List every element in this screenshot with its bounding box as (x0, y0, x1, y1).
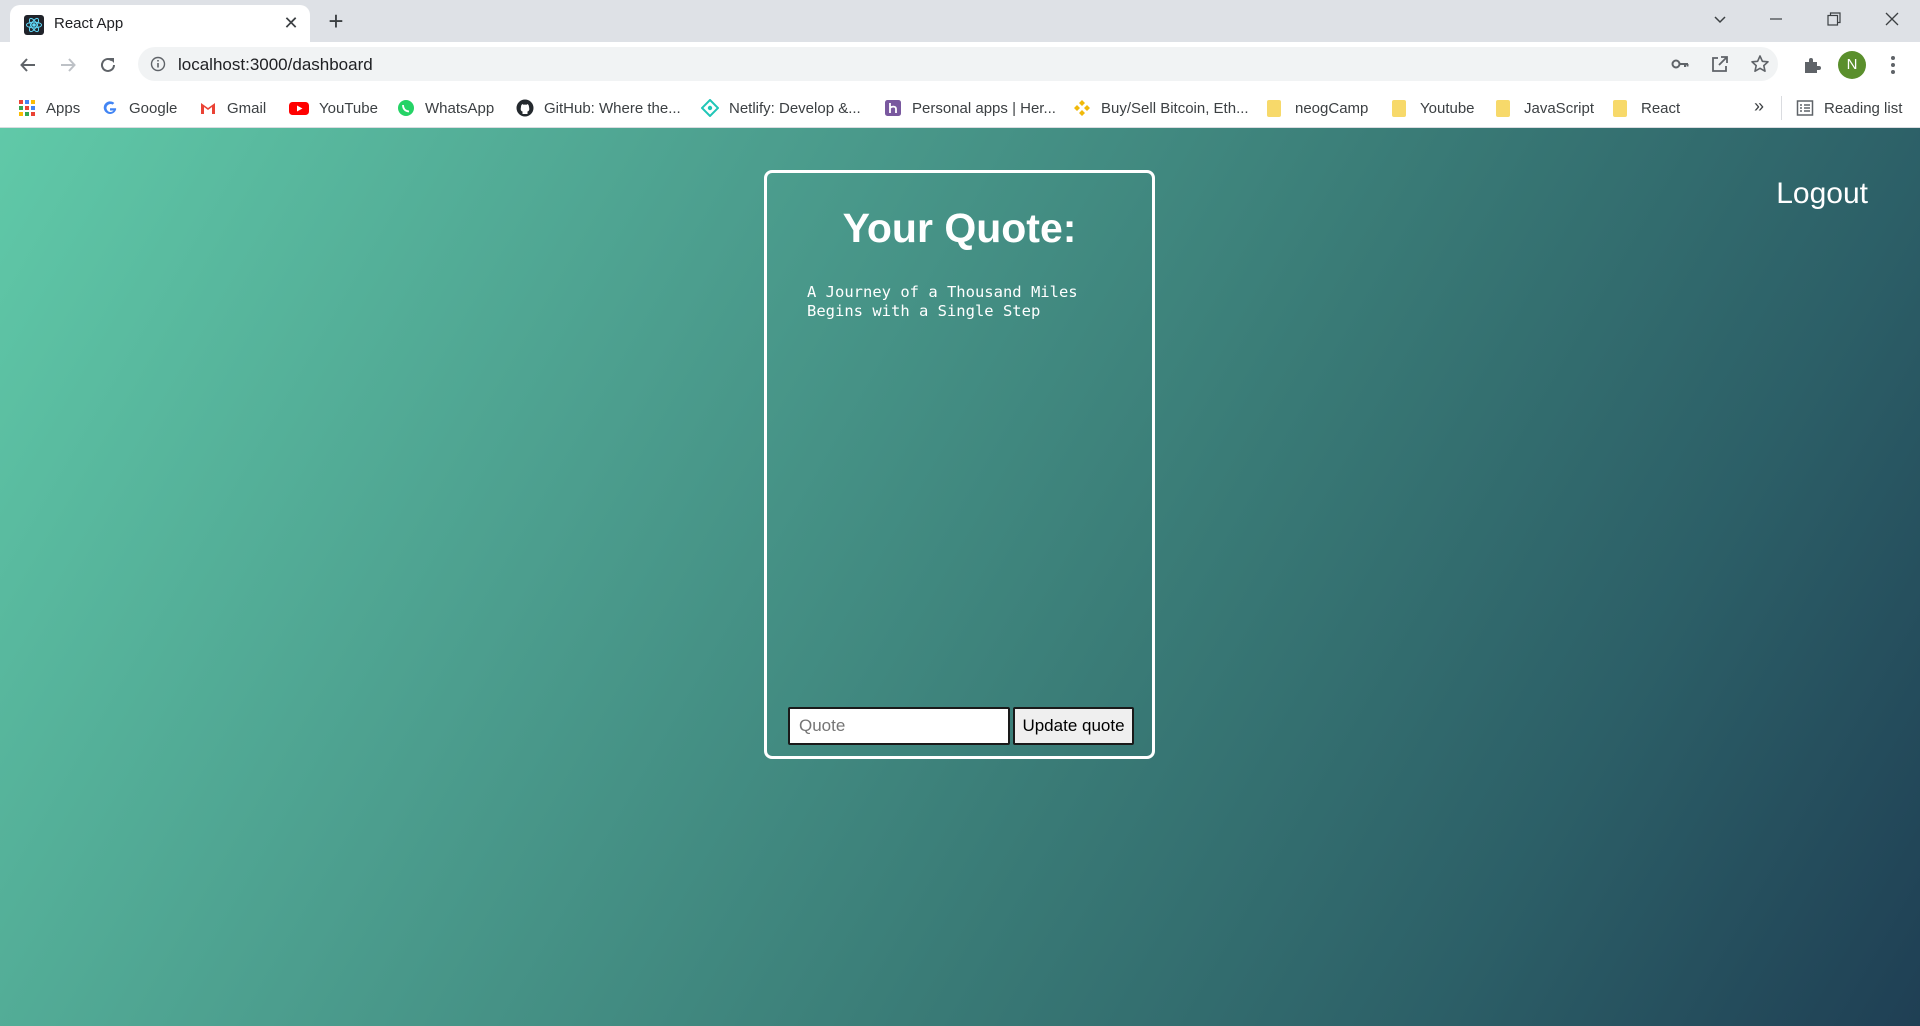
bookmark-label: Personal apps | Her... (912, 99, 1056, 117)
forward-arrow-icon[interactable] (52, 49, 84, 81)
folder-icon (1496, 99, 1510, 117)
gmail-icon (199, 99, 217, 117)
reading-list-button[interactable]: Reading list (1796, 96, 1902, 120)
bookmark-folder-youtube[interactable]: Youtube (1392, 96, 1475, 120)
bookmark-gmail[interactable]: Gmail (199, 96, 266, 120)
netlify-icon (700, 98, 720, 118)
bookmark-star-icon[interactable] (1748, 52, 1772, 76)
card-title: Your Quote: (842, 205, 1077, 251)
bookmark-label: Buy/Sell Bitcoin, Eth... (1101, 99, 1249, 117)
bookmark-google[interactable]: Google (101, 96, 177, 120)
github-icon (516, 99, 534, 117)
bookmark-whatsapp[interactable]: WhatsApp (397, 96, 494, 120)
bookmark-label: GitHub: Where the... (544, 99, 681, 117)
bookmark-label: neogCamp (1295, 99, 1369, 117)
bookmark-folder-javascript[interactable]: JavaScript (1496, 96, 1594, 120)
reading-list-icon (1796, 99, 1814, 117)
folder-icon (1392, 99, 1406, 117)
react-favicon-icon (24, 15, 44, 35)
logout-link[interactable]: Logout (1776, 177, 1868, 211)
bookmark-apps[interactable]: Apps (18, 96, 80, 120)
tab-close-icon[interactable]: ✕ (280, 12, 302, 34)
bookmark-label: Youtube (1420, 99, 1475, 117)
new-tab-button[interactable]: + (322, 8, 350, 34)
apps-grid-icon (18, 99, 36, 117)
folder-icon (1267, 99, 1281, 117)
profile-avatar[interactable]: N (1838, 51, 1866, 79)
more-bookmarks-chevron-icon[interactable]: » (1754, 96, 1764, 117)
update-quote-button[interactable]: Update quote (1013, 707, 1134, 745)
bookmark-label: Apps (46, 99, 81, 117)
bookmark-folder-neogcamp[interactable]: neogCamp (1267, 96, 1368, 120)
bookmark-label: JavaScript (1524, 99, 1595, 117)
minimize-icon[interactable] (1748, 0, 1804, 38)
site-info-icon[interactable] (150, 56, 166, 72)
bookmark-label: React (1641, 99, 1681, 117)
bookmark-youtube[interactable]: YouTube (289, 96, 378, 120)
binance-icon (1073, 99, 1091, 117)
tab-search-chevron-icon[interactable] (1692, 0, 1748, 38)
folder-icon (1613, 99, 1627, 117)
restore-icon[interactable] (1806, 0, 1862, 38)
reading-list-label: Reading list (1824, 99, 1903, 117)
whatsapp-icon (397, 99, 415, 117)
share-icon[interactable] (1708, 52, 1732, 76)
dashboard-page: Logout Your Quote: A Journey of a Thousa… (0, 128, 1920, 1026)
back-arrow-icon[interactable] (12, 49, 44, 81)
key-icon[interactable] (1668, 52, 1692, 76)
browser-toolbar: localhost:3000/dashboard N (0, 42, 1920, 88)
bookmarks-bar: Apps Google Gmail YouTube WhatsApp GitHu… (0, 88, 1920, 128)
quote-input[interactable] (788, 707, 1010, 745)
quote-card: Your Quote: A Journey of a Thousand Mile… (764, 170, 1155, 759)
tab-strip: React App ✕ + (0, 0, 1920, 42)
bookmark-github[interactable]: GitHub: Where the... (516, 96, 681, 120)
google-icon (101, 99, 119, 117)
bookmark-label: WhatsApp (425, 99, 495, 117)
bookmark-folder-react[interactable]: React (1613, 96, 1680, 120)
bookmark-netlify[interactable]: Netlify: Develop &... (700, 96, 861, 120)
bookmark-label: Netlify: Develop &... (729, 99, 861, 117)
extensions-puzzle-icon[interactable] (1797, 50, 1827, 80)
bookmarks-divider (1781, 96, 1782, 120)
url-text[interactable]: localhost:3000/dashboard (178, 55, 373, 75)
youtube-icon (289, 99, 309, 117)
browser-tab[interactable]: React App ✕ (10, 5, 310, 42)
menu-kebab-icon[interactable] (1878, 50, 1908, 80)
close-window-icon[interactable] (1864, 0, 1920, 38)
bookmark-label: Gmail (227, 99, 267, 117)
bookmark-label: Google (129, 99, 178, 117)
heroku-icon (884, 99, 902, 117)
bookmark-label: YouTube (319, 99, 378, 117)
quote-text: A Journey of a Thousand Miles Begins wit… (807, 283, 1078, 320)
address-bar[interactable]: localhost:3000/dashboard (138, 47, 1778, 81)
bookmark-binance[interactable]: Buy/Sell Bitcoin, Eth... (1073, 96, 1249, 120)
reload-icon[interactable] (92, 49, 124, 81)
tab-title: React App (54, 15, 124, 32)
bookmark-heroku[interactable]: Personal apps | Her... (884, 96, 1056, 120)
